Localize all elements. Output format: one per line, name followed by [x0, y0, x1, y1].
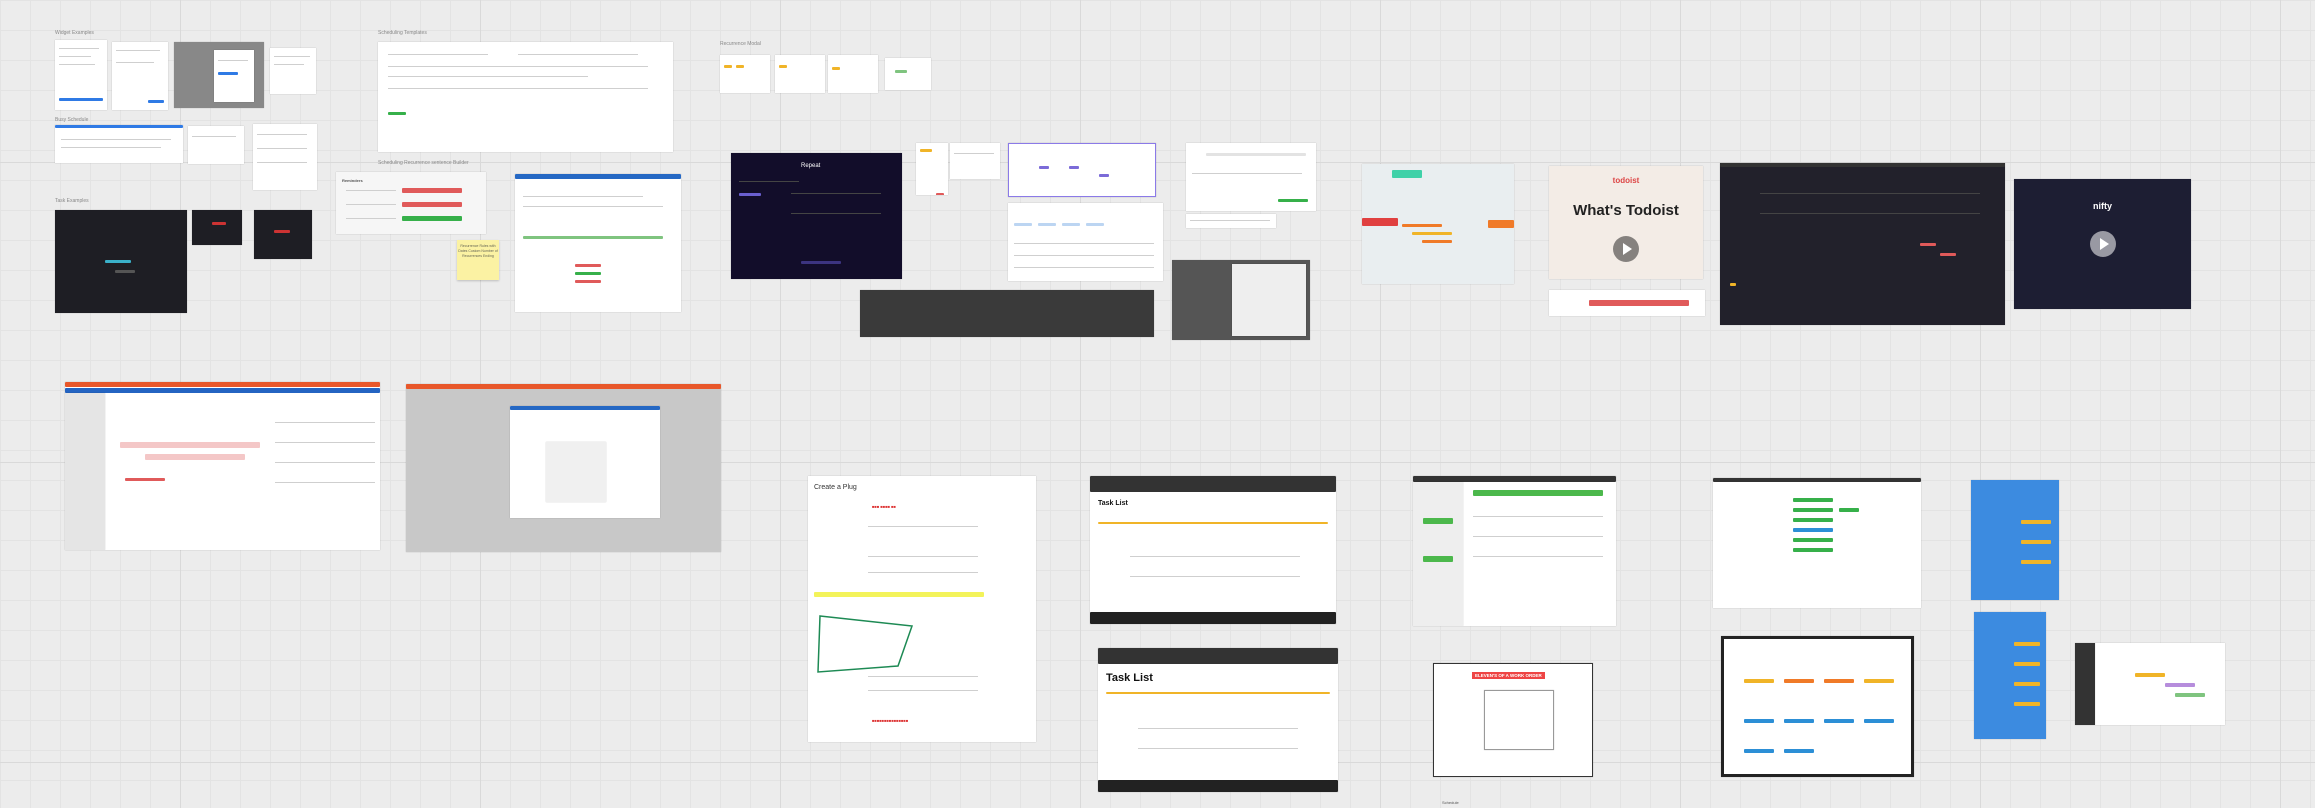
create-plug-doc[interactable]: Create a Plug ■■■ ■■■■ ■■ ■■■■■■■■■■■■■■… — [808, 476, 1036, 742]
widget-screenshot-4[interactable] — [270, 48, 316, 94]
blue-schedule-1[interactable] — [1971, 480, 2059, 600]
widget-screenshot-5[interactable] — [55, 125, 183, 163]
purple-calendar[interactable] — [1008, 143, 1156, 197]
reminder-row-1[interactable] — [402, 188, 462, 193]
widget-screenshot-7[interactable] — [253, 124, 317, 190]
recurrence-thumb-3[interactable] — [828, 55, 878, 93]
task-list-video-1[interactable]: Task List — [1090, 476, 1336, 624]
dark-task-app[interactable] — [1720, 163, 2005, 325]
task-list-video-2[interactable]: Task List — [1098, 648, 1338, 792]
settings-form[interactable] — [1186, 143, 1316, 211]
todoist-brand: todoist — [1612, 176, 1640, 185]
todoist-reminder-bar[interactable] — [1549, 290, 1705, 316]
blue-schedule-2[interactable] — [1974, 612, 2046, 739]
work-order[interactable]: ELEVEN'S OF A WORK ORDER — [1433, 663, 1593, 777]
widget-screenshot-2[interactable] — [112, 42, 168, 110]
todoist-title: What's Todoist — [1573, 202, 1679, 219]
widget-screenshot-3[interactable] — [174, 42, 264, 108]
work-order-title: ELEVEN'S OF A WORK ORDER — [1472, 672, 1545, 679]
section-label-busy: Busy Schedule — [55, 117, 89, 123]
dark-banner[interactable] — [860, 290, 1154, 337]
widget-screenshot-6[interactable] — [188, 126, 244, 164]
doc-note: ■■■ ■■■■ ■■ — [872, 504, 896, 509]
small-widget-2[interactable] — [950, 143, 1000, 179]
recurrence-thumb-2[interactable] — [775, 55, 825, 93]
recurrence-chips[interactable] — [1008, 203, 1163, 281]
recurrence-dialog[interactable] — [515, 174, 681, 312]
section-label-recurrence-modal: Recurrence Modal — [720, 41, 761, 47]
recurrence-thumb-4[interactable] — [885, 58, 931, 90]
bottom-label: Schedule — [1442, 800, 1459, 805]
dark-calendar-screenshot[interactable] — [55, 210, 187, 313]
nifty-brand: nifty — [2093, 201, 2112, 211]
small-widget-1[interactable] — [916, 143, 948, 195]
widget-screenshot-1[interactable] — [55, 40, 107, 110]
doc-title: Create a Plug — [814, 484, 857, 491]
reminders-title: Reminders — [342, 178, 363, 183]
section-label-task-examples: Task Examples — [55, 198, 89, 204]
tablet-calendar[interactable] — [2075, 643, 2225, 725]
calendar-orange-blue[interactable] — [1721, 636, 1914, 777]
dark-thumb-1[interactable] — [192, 210, 242, 245]
todoist-video[interactable]: todoist What's Todoist — [1549, 166, 1703, 279]
scheduling-template-form[interactable] — [378, 42, 673, 152]
dark-thumb-2[interactable] — [254, 210, 312, 259]
repeat-modal[interactable]: Repeat — [731, 153, 902, 279]
repeat-title: Repeat — [801, 163, 821, 169]
gantt-dialog — [510, 406, 660, 518]
reminder-row-2[interactable] — [402, 202, 462, 207]
task-list-title-2: Task List — [1106, 672, 1153, 684]
task-list-title-1: Task List — [1098, 500, 1128, 507]
play-icon[interactable] — [1613, 236, 1639, 262]
calendar-green-blue[interactable] — [1713, 478, 1921, 608]
timeline-illustration[interactable] — [1362, 164, 1514, 284]
green-task-app[interactable] — [1413, 476, 1616, 626]
section-label-scheduling-templates: Scheduling Templates — [378, 30, 427, 36]
widget-popup — [214, 50, 254, 102]
gantt-screenshot-1[interactable] — [65, 382, 380, 550]
play-icon[interactable] — [2090, 231, 2116, 257]
recurrence-thumb-1[interactable] — [720, 55, 770, 93]
settings-row[interactable] — [1186, 214, 1276, 228]
section-label-widget-examples: Widget Examples — [55, 30, 94, 36]
nifty-video[interactable]: nifty — [2014, 179, 2191, 309]
section-label-sentence-builder: Scheduling Recurrence sentence Builder — [378, 160, 469, 166]
reminders-panel[interactable]: Reminders — [336, 172, 486, 234]
sticky-note: Recurrence Rules with Dates Custom Numbe… — [457, 240, 499, 280]
reminder-row-3[interactable] — [402, 216, 462, 221]
gantt-screenshot-2[interactable] — [406, 384, 721, 552]
annotation-shape — [817, 615, 914, 673]
people-photo[interactable] — [1172, 260, 1310, 340]
